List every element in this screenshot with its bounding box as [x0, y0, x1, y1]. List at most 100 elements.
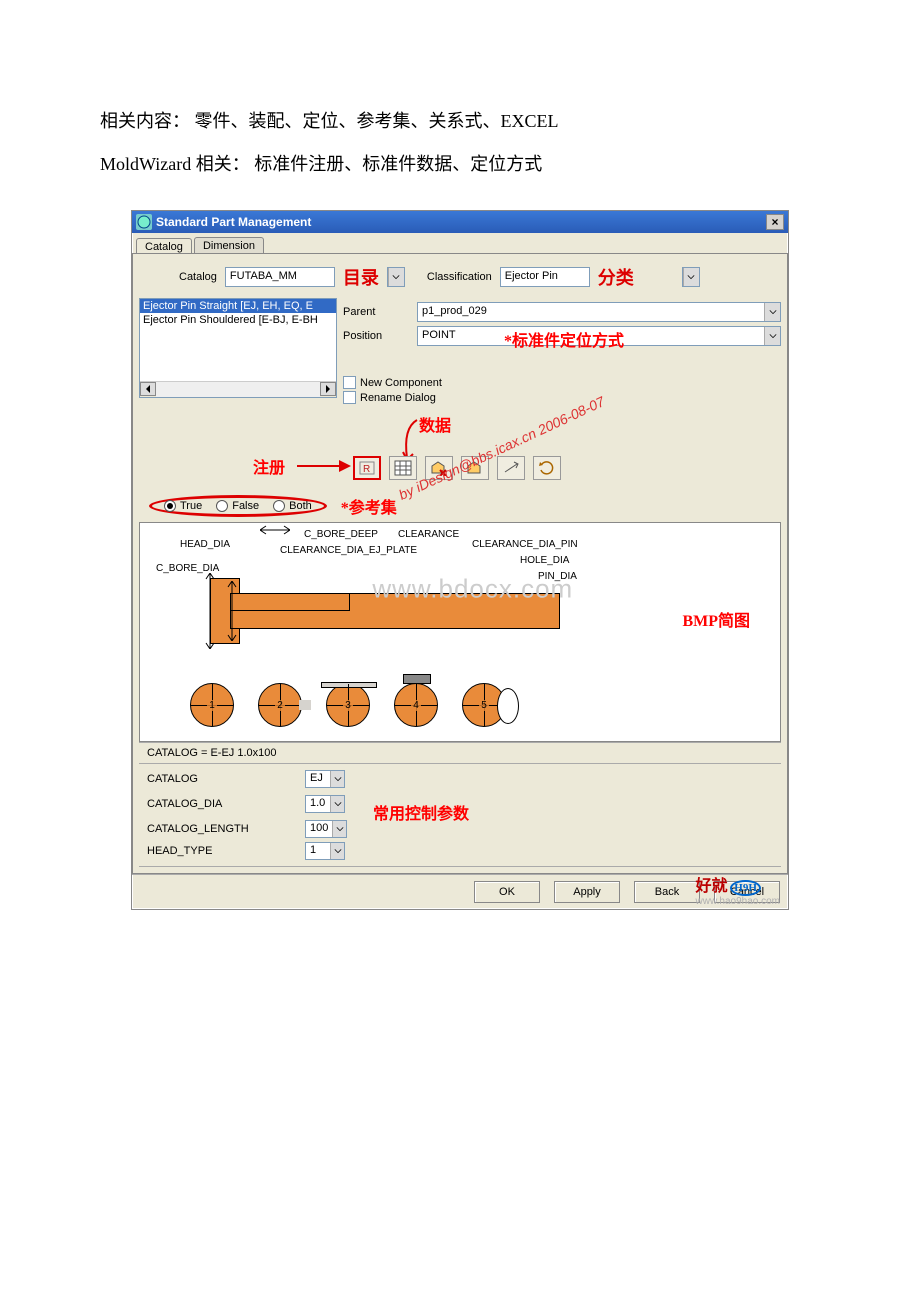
- circle-1: 1: [190, 683, 234, 727]
- box-remove-icon: [430, 460, 448, 476]
- label-clearance: CLEARANCE: [398, 529, 459, 540]
- catalog-string: CATALOG = E-EJ 1.0x100: [139, 742, 781, 763]
- circle-5: 5: [462, 683, 506, 727]
- param-length-combo[interactable]: 100: [305, 820, 347, 838]
- chevron-down-icon: [330, 796, 344, 812]
- label-c-bore-deep: C_BORE_DEEP: [304, 529, 378, 540]
- circle-4: 4: [394, 683, 438, 727]
- window-title: Standard Part Management: [156, 215, 766, 229]
- grid-icon: [394, 460, 412, 476]
- radio-false[interactable]: False: [216, 500, 259, 512]
- dim-hmark-icon: [260, 523, 290, 537]
- position-annotation: *标准件定位方式: [504, 327, 624, 351]
- dim-arrows-icon: [222, 581, 242, 641]
- label-pin-dia: PIN_DIA: [538, 571, 577, 582]
- position-combo[interactable]: POINT *标准件定位方式: [417, 326, 781, 346]
- tabs: Catalog Dimension: [132, 233, 788, 254]
- tab-dimension[interactable]: Dimension: [194, 237, 264, 254]
- label-hole-dia: HOLE_DIA: [520, 555, 569, 566]
- refset-annotation: *参考集: [341, 494, 397, 518]
- button-row: OK Apply Back Cancel 好就 H9H www.hao9hao.…: [132, 874, 788, 909]
- label-clearance-dia-ej: CLEARANCE_DIA_EJ_PLATE: [280, 545, 417, 556]
- remove-box-button[interactable]: [425, 456, 453, 480]
- rotate-icon: [538, 460, 556, 476]
- part-list[interactable]: Ejector Pin Straight [EJ, EH, EQ, E Ejec…: [139, 298, 337, 398]
- radio-icon: [164, 500, 176, 512]
- box-button[interactable]: [461, 456, 489, 480]
- doc-line-2: MoldWizard 相关： 标准件注册、标准件数据、定位方式: [100, 143, 820, 186]
- scroll-left-icon[interactable]: [140, 382, 156, 396]
- rename-dialog-label: Rename Dialog: [360, 392, 436, 404]
- param-length-label: CATALOG_LENGTH: [147, 823, 297, 835]
- catalog-annotation: 目录: [343, 264, 379, 290]
- circle-2: 2: [258, 683, 302, 727]
- parent-combo[interactable]: p1_prod_029: [417, 302, 781, 322]
- catalog-label: Catalog: [179, 271, 217, 283]
- pin-shoulder: [230, 593, 350, 611]
- chevron-down-icon: [683, 268, 699, 286]
- corner-logo-icon: H9H: [730, 880, 761, 896]
- register-annotation: 注册: [253, 454, 285, 478]
- flip-button[interactable]: [497, 456, 525, 480]
- head-type-circles: 1 2 3 4 5: [190, 683, 506, 727]
- list-item[interactable]: Ejector Pin Shouldered [E-BJ, E-BH: [140, 313, 336, 327]
- refset-highlight: True False Both: [149, 495, 327, 517]
- rename-dialog-checkbox[interactable]: [343, 391, 356, 404]
- corner-watermark: 好就 H9H www.hao9hao.com: [696, 872, 781, 907]
- chevron-down-icon: [764, 327, 780, 345]
- classification-combo[interactable]: Ejector Pin: [500, 267, 590, 287]
- bmp-diagram: HEAD_DIA C_BORE_DIA C_BORE_DEEP CLEARANC…: [139, 522, 781, 742]
- label-head-dia: HEAD_DIA: [180, 539, 230, 550]
- standard-part-management-window: Standard Part Management × Catalog Dimen…: [131, 210, 789, 910]
- new-component-checkbox[interactable]: [343, 376, 356, 389]
- doc-paragraph: 相关内容： 零件、装配、定位、参考集、关系式、EXCEL MoldWizard …: [100, 100, 820, 186]
- circle-3: 3: [326, 683, 370, 727]
- catalog-combo-arrow[interactable]: [387, 267, 405, 287]
- register-icon: R: [358, 460, 376, 476]
- dim-arrows-icon: [200, 573, 220, 649]
- params-annotation: 常用控制参数: [373, 800, 469, 824]
- classification-label: Classification: [427, 271, 492, 283]
- doc-line-1: 相关内容： 零件、装配、定位、参考集、关系式、EXCEL: [100, 100, 820, 143]
- list-item[interactable]: Ejector Pin Straight [EJ, EH, EQ, E: [140, 299, 336, 313]
- classification-annotation: 分类: [598, 264, 634, 290]
- catalog-combo[interactable]: FUTABA_MM: [225, 267, 335, 287]
- radio-both[interactable]: Both: [273, 500, 312, 512]
- param-dia-label: CATALOG_DIA: [147, 798, 297, 810]
- param-head-type-combo[interactable]: 1: [305, 842, 345, 860]
- radio-true[interactable]: True: [164, 500, 202, 512]
- label-clearance-dia-pin: CLEARANCE_DIA_PIN: [472, 539, 578, 550]
- arrow-annotation-icon: [297, 458, 357, 474]
- param-head-type-label: HEAD_TYPE: [147, 845, 297, 857]
- box-icon: [466, 460, 484, 476]
- param-dia-combo[interactable]: 1.0: [305, 795, 345, 813]
- catalog-value: FUTABA_MM: [226, 268, 334, 286]
- chevron-down-icon: [330, 771, 344, 787]
- back-button[interactable]: Back: [634, 881, 700, 903]
- new-component-label: New Component: [360, 377, 442, 389]
- rotate-button[interactable]: [533, 456, 561, 480]
- data-grid-button[interactable]: [389, 456, 417, 480]
- param-catalog-combo[interactable]: EJ: [305, 770, 345, 788]
- chevron-down-icon: [332, 821, 346, 837]
- param-catalog-label: CATALOG: [147, 773, 297, 785]
- radio-icon: [273, 500, 285, 512]
- apply-button[interactable]: Apply: [554, 881, 620, 903]
- radio-icon: [216, 500, 228, 512]
- parent-label: Parent: [343, 306, 413, 318]
- scroll-right-icon[interactable]: [320, 382, 336, 396]
- register-button[interactable]: R: [353, 456, 381, 480]
- bmp-annotation: BMP简图: [682, 607, 750, 631]
- classification-combo-arrow[interactable]: [682, 267, 700, 287]
- svg-text:R: R: [363, 464, 370, 475]
- titlebar: Standard Part Management ×: [132, 211, 788, 233]
- chevron-down-icon: [388, 268, 404, 286]
- chevron-down-icon: [764, 303, 780, 321]
- classification-value: Ejector Pin: [501, 268, 589, 286]
- horizontal-scrollbar[interactable]: [140, 381, 336, 397]
- refset-radio-group: True False Both *参考集: [139, 490, 781, 522]
- close-button[interactable]: ×: [766, 214, 784, 230]
- ok-button[interactable]: OK: [474, 881, 540, 903]
- scroll-track[interactable]: [156, 382, 320, 397]
- chevron-down-icon: [330, 843, 344, 859]
